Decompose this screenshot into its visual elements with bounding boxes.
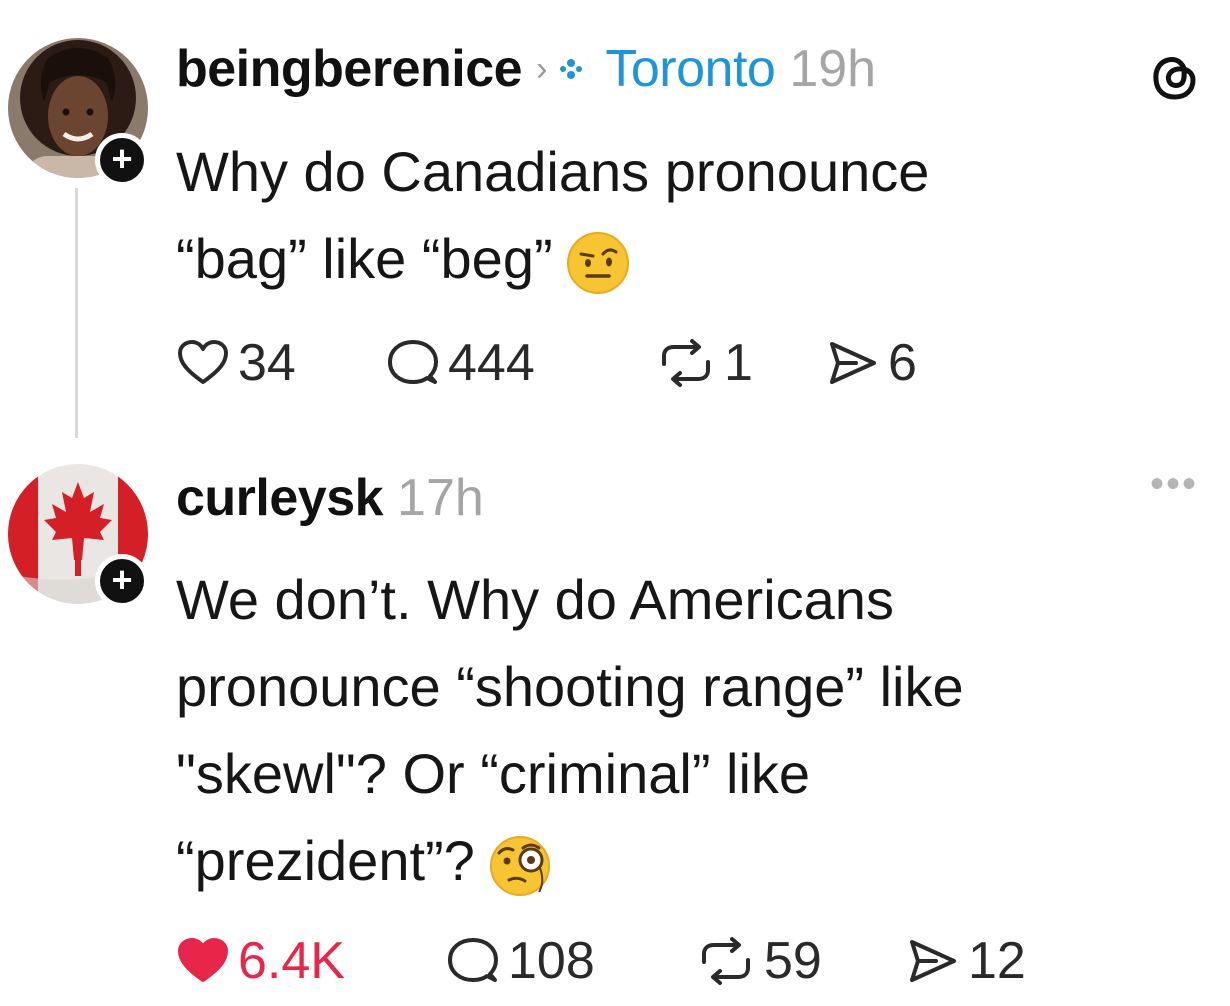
- post-text-line: Why do Canadians pronounce: [176, 140, 930, 203]
- post-time: 19h: [789, 40, 877, 98]
- repost-count: 59: [764, 932, 822, 990]
- heart-icon: [178, 938, 228, 982]
- repost-count: 1: [724, 334, 753, 392]
- post-body: Why do Canadians pronounce “bag” like “b…: [176, 128, 929, 302]
- follow-plus-icon[interactable]: +: [95, 133, 149, 187]
- like-count: 34: [238, 334, 296, 392]
- thread-connector-line: [75, 188, 78, 438]
- follow-plus-icon[interactable]: +: [95, 554, 149, 608]
- face-with-monocle-icon: [489, 836, 550, 897]
- post-text-line: "skewl"? Or “criminal” like: [176, 742, 811, 805]
- action-bar: 34 444 1 6: [176, 328, 917, 398]
- username[interactable]: curleysk: [176, 468, 384, 528]
- reply-button[interactable]: 108: [446, 931, 696, 991]
- reply-button[interactable]: 444: [386, 333, 656, 393]
- repost-icon: [662, 339, 710, 387]
- reply-icon: [448, 938, 498, 982]
- post-header: beingberenice › Toronto 19h: [176, 34, 876, 104]
- share-button[interactable]: 12: [906, 931, 1026, 991]
- post-text-line: “prezident”?: [176, 829, 475, 892]
- threads-logo-icon[interactable]: [1148, 50, 1202, 104]
- post-text-line-with-emoji: “prezident”?: [176, 817, 964, 904]
- share-count: 6: [888, 334, 917, 392]
- reply-icon: [388, 340, 438, 384]
- repost-button[interactable]: 1: [656, 333, 826, 393]
- heart-icon: [178, 340, 228, 384]
- like-button[interactable]: 6.4K: [176, 931, 446, 991]
- chevron-right-icon: ›: [536, 49, 548, 88]
- post-text-line-with-emoji: “bag” like “beg”: [176, 215, 929, 302]
- post-time: 17h: [397, 469, 484, 527]
- post-text-line: “bag” like “beg”: [176, 227, 553, 290]
- action-bar: 6.4K 108 59 12: [176, 926, 1026, 996]
- post-text-line: We don’t. Why do Americans: [176, 568, 894, 631]
- location-icon: [560, 59, 583, 79]
- share-icon: [830, 342, 876, 384]
- like-count: 6.4K: [238, 932, 345, 990]
- more-icon[interactable]: •••: [1150, 464, 1198, 504]
- reply-post: + curleysk 17h ••• We don’t. Why do Amer…: [0, 440, 1230, 1006]
- reply-count: 444: [448, 334, 535, 392]
- share-icon: [910, 940, 956, 982]
- post-header: curleysk 17h: [176, 463, 484, 533]
- repost-button[interactable]: 59: [696, 931, 906, 991]
- post-body: We don’t. Why do Americans pronounce “sh…: [176, 556, 964, 904]
- reply-count: 108: [508, 932, 595, 990]
- location-link[interactable]: Toronto: [605, 39, 775, 99]
- share-count: 12: [968, 932, 1026, 990]
- share-button[interactable]: 6: [826, 333, 917, 393]
- post: + beingberenice › Toronto 19h Why do Can…: [0, 0, 1230, 440]
- repost-icon: [702, 937, 750, 985]
- raised-eyebrow-face-icon: [566, 232, 629, 295]
- username[interactable]: beingberenice: [176, 39, 523, 99]
- like-button[interactable]: 34: [176, 333, 386, 393]
- post-text-line: pronounce “shooting range” like: [176, 655, 964, 718]
